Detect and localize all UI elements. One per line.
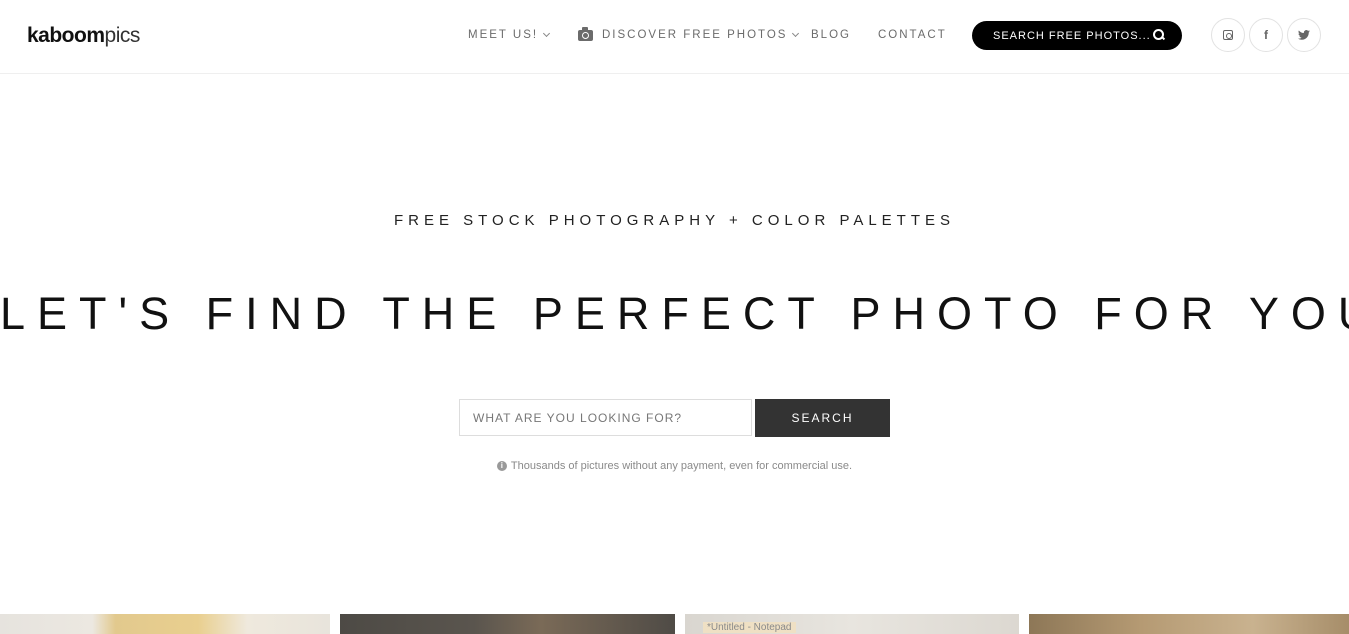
nav-blog[interactable]: BLOG xyxy=(811,29,851,41)
twitter-icon xyxy=(1298,30,1310,40)
logo[interactable]: kaboompics xyxy=(27,24,140,48)
photo-thumbnail[interactable] xyxy=(1029,614,1349,634)
hero-search-input[interactable] xyxy=(460,400,751,435)
nav-meet-us[interactable]: MEET US! xyxy=(468,29,551,41)
site-header: kaboompics MEET US! DISCOVER FREE PHOTOS… xyxy=(0,0,1349,74)
instagram-icon xyxy=(1223,30,1233,40)
hero-note: i Thousands of pictures without any paym… xyxy=(0,460,1349,472)
hero-tagline: FREE STOCK PHOTOGRAPHY + COLOR PALETTES xyxy=(393,212,956,229)
nav-contact-label: CONTACT xyxy=(878,29,947,41)
nav-discover[interactable]: DISCOVER FREE PHOTOS xyxy=(578,26,800,41)
hero-search-button[interactable]: SEARCH xyxy=(755,399,890,437)
header-search-label: SEARCH FREE PHOTOS... xyxy=(993,29,1151,42)
nav-blog-label: BLOG xyxy=(811,29,851,41)
nav-discover-label: DISCOVER FREE PHOTOS xyxy=(602,29,788,41)
search-icon xyxy=(1153,29,1164,40)
chevron-down-icon xyxy=(792,29,800,38)
header-search-button[interactable]: SEARCH FREE PHOTOS... xyxy=(972,21,1182,50)
thumbnail-overlay-text: *Untitled - Notepad xyxy=(703,622,796,633)
hero-search-field[interactable] xyxy=(459,399,752,436)
logo-bold-text: kaboom xyxy=(27,24,105,47)
info-icon: i xyxy=(496,461,507,471)
logo-light-text: pics xyxy=(104,24,141,47)
photo-thumbnail[interactable] xyxy=(340,614,675,634)
chevron-down-icon xyxy=(543,29,551,38)
facebook-icon: f xyxy=(1264,28,1268,42)
twitter-button[interactable] xyxy=(1287,18,1321,52)
nav-meet-us-label: MEET US! xyxy=(468,29,539,41)
facebook-button[interactable]: f xyxy=(1249,18,1283,52)
camera-icon xyxy=(578,26,593,41)
hero-note-text: Thousands of pictures without any paymen… xyxy=(510,460,853,472)
photo-thumbnail[interactable] xyxy=(0,614,330,634)
instagram-button[interactable] xyxy=(1211,18,1245,52)
hero-headline: LET'S FIND THE PERFECT PHOTO FOR YOU xyxy=(0,288,1349,339)
nav-contact[interactable]: CONTACT xyxy=(878,29,947,41)
photo-thumbnail[interactable]: *Untitled - Notepad xyxy=(685,614,1019,634)
